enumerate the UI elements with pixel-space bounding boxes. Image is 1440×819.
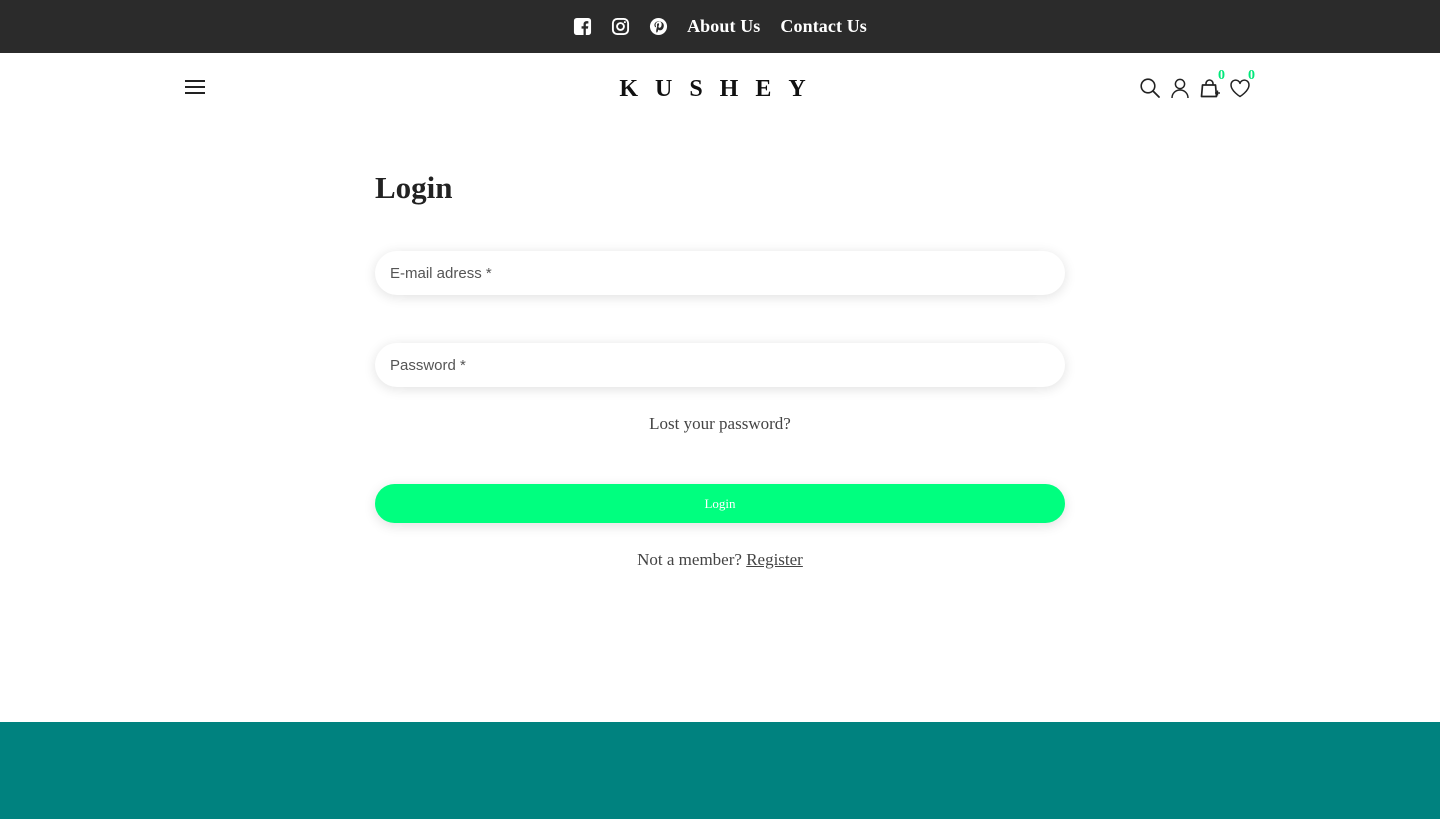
top-bar: About Us Contact Us xyxy=(0,0,1440,53)
contact-us-link[interactable]: Contact Us xyxy=(780,16,867,37)
site-footer xyxy=(0,722,1440,819)
not-member-text: Not a member? xyxy=(637,550,742,569)
menu-line xyxy=(185,86,205,88)
user-icon[interactable] xyxy=(1169,77,1191,99)
password-field[interactable] xyxy=(375,343,1065,387)
menu-icon[interactable] xyxy=(185,80,205,94)
site-header: KUSHEY 0 0 xyxy=(0,53,1440,123)
email-field[interactable] xyxy=(375,251,1065,295)
page-title: Login xyxy=(375,170,453,205)
login-button[interactable]: Login xyxy=(375,484,1065,523)
register-prompt: Not a member? Register xyxy=(375,548,1065,572)
register-link[interactable]: Register xyxy=(746,550,803,569)
instagram-icon[interactable] xyxy=(601,13,639,41)
top-bar-content: About Us Contact Us xyxy=(563,13,877,41)
search-icon[interactable] xyxy=(1139,77,1161,99)
wishlist-count-badge: 0 xyxy=(1248,68,1255,83)
facebook-icon[interactable] xyxy=(563,13,601,41)
site-logo[interactable]: KUSHEY xyxy=(597,73,837,105)
cart-count-badge: 0 xyxy=(1218,68,1225,83)
lost-password-link[interactable]: Lost your password? xyxy=(375,412,1065,436)
pinterest-icon[interactable] xyxy=(639,13,677,41)
menu-line xyxy=(185,80,205,82)
about-us-link[interactable]: About Us xyxy=(687,16,760,37)
menu-line xyxy=(185,92,205,94)
